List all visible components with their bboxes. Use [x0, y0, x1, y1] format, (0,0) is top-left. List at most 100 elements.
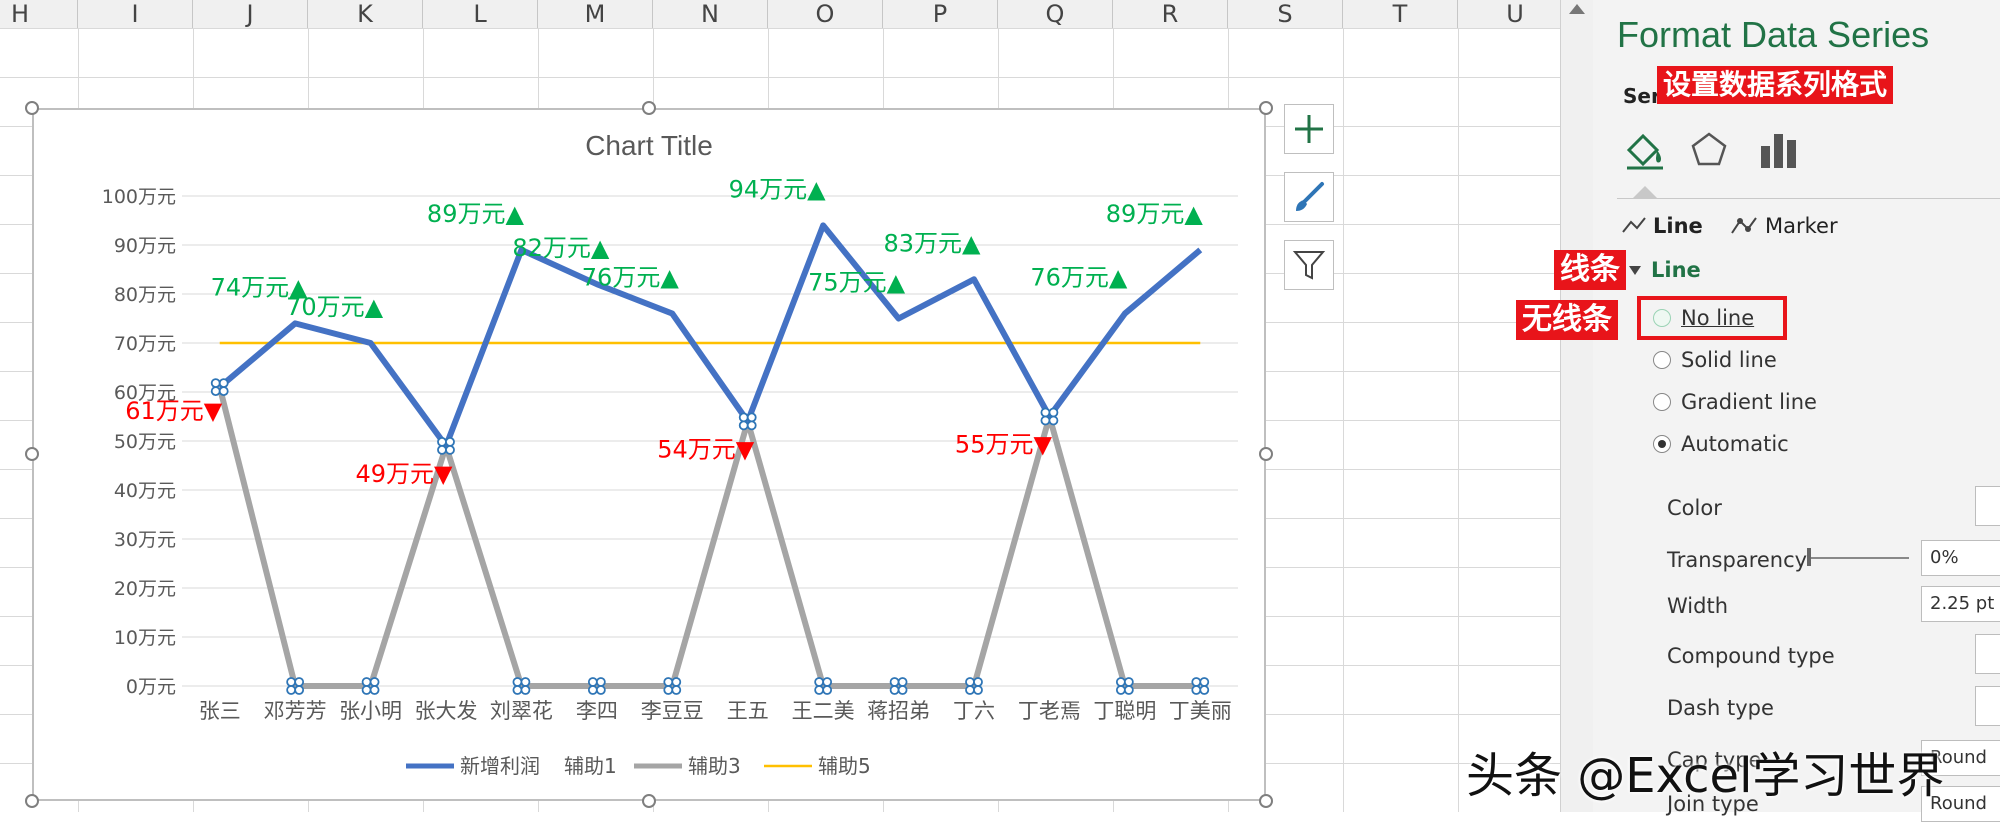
x-tick-label: 张大发 [415, 699, 478, 723]
x-tick-label: 李四 [576, 699, 618, 723]
fill-line-icon[interactable] [1623, 128, 1667, 172]
resize-handle-br[interactable] [1259, 794, 1273, 808]
legend-label: 新增利润 [460, 754, 540, 778]
column-header-M[interactable]: M [538, 0, 653, 28]
chart-filters-button[interactable] [1284, 240, 1334, 290]
vertical-scrollbar[interactable] [1560, 0, 1594, 812]
legend-label: 辅助3 [688, 754, 741, 778]
subtab-marker-label: Marker [1765, 214, 1838, 238]
series-options-icon[interactable] [1757, 128, 1801, 172]
column-header-K[interactable]: K [308, 0, 423, 28]
section-line-header[interactable]: Line [1629, 258, 1701, 282]
compound-type-label: Compound type [1667, 644, 1835, 668]
radio-gradient-line-circle[interactable] [1653, 393, 1671, 411]
series-options-dropdown[interactable]: Ser [1623, 84, 1661, 108]
radio-solid-line-label: Solid line [1681, 348, 1777, 372]
brush-icon [1296, 182, 1324, 211]
marker-icon [1731, 217, 1757, 234]
column-header-O[interactable]: O [768, 0, 883, 28]
scroll-up-arrow-icon[interactable] [1569, 4, 1585, 14]
data-label: 75万元▲ [808, 269, 906, 297]
column-header-S[interactable]: S [1228, 0, 1343, 28]
data-label: 70万元▲ [286, 293, 384, 321]
filter-icon [1292, 251, 1326, 280]
resize-handle-bl[interactable] [25, 794, 39, 808]
transparency-label: Transparency [1667, 548, 1808, 572]
collapse-icon [1629, 265, 1641, 275]
data-label: 61万元▼ [125, 397, 223, 425]
line-chart[interactable]: Chart Title0万元10万元20万元30万元40万元50万元60万元70… [34, 110, 1264, 799]
column-header-U[interactable]: U [1458, 0, 1573, 28]
series-line-2 [216, 386, 1201, 689]
compound-type-button[interactable] [1975, 634, 2000, 674]
legend-label: 辅助1 [564, 754, 617, 778]
x-tick-label: 王二美 [792, 699, 855, 723]
column-header-J[interactable]: J [193, 0, 308, 28]
x-tick-label: 丁六 [953, 699, 995, 723]
width-label: Width [1667, 594, 1729, 618]
panel-title: Format Data Series [1617, 14, 1930, 55]
data-label: 76万元▲ [582, 264, 680, 292]
column-header-L[interactable]: L [423, 0, 538, 28]
y-tick-label: 90万元 [114, 235, 176, 257]
subtab-marker[interactable]: Marker [1729, 214, 1838, 238]
y-tick-label: 100万元 [102, 186, 176, 208]
y-tick-label: 40万元 [114, 480, 176, 502]
color-picker-button[interactable] [1975, 486, 2000, 526]
dash-type-button[interactable] [1975, 686, 2000, 726]
legend-label: 辅助5 [818, 754, 871, 778]
x-tick-label: 丁聪明 [1093, 699, 1156, 723]
data-label: 49万元▼ [356, 460, 454, 488]
data-label: 89万元▲ [1106, 200, 1204, 228]
y-tick-label: 10万元 [114, 627, 176, 649]
width-input[interactable]: 2.25 pt [1921, 586, 2000, 622]
column-header-I[interactable]: I [78, 0, 193, 28]
resize-handle-tc[interactable] [642, 101, 656, 115]
y-tick-label: 30万元 [114, 529, 176, 551]
x-tick-label: 蒋招弟 [867, 699, 930, 723]
resize-handle-tl[interactable] [25, 101, 39, 115]
data-label: 54万元▼ [657, 435, 755, 463]
radio-automatic-circle[interactable] [1653, 435, 1671, 453]
resize-handle-mr[interactable] [1259, 447, 1273, 461]
y-tick-label: 80万元 [114, 284, 176, 306]
x-tick-label: 邓芳芳 [264, 699, 327, 723]
x-tick-label: 刘翠花 [490, 699, 553, 723]
column-header-P[interactable]: P [883, 0, 998, 28]
x-tick-label: 王五 [727, 699, 769, 723]
radio-gradient-line-label: Gradient line [1681, 390, 1817, 414]
y-tick-label: 20万元 [114, 578, 176, 600]
chart-elements-button[interactable] [1284, 104, 1334, 154]
chart-styles-button[interactable] [1284, 172, 1334, 222]
tab-divider [1617, 198, 2000, 199]
column-header-R[interactable]: R [1113, 0, 1228, 28]
format-data-series-panel: Format Data Series Ser 设置数据系列格式 Line Mar… [1593, 0, 2000, 822]
transparency-slider[interactable] [1809, 557, 1909, 559]
chart-area[interactable]: Chart Title 0万元 10万元 20万元 30万元 40万元 50万元 60万元 70… [32, 108, 1266, 801]
radio-solid-line-circle[interactable] [1653, 351, 1671, 369]
resize-handle-tr[interactable] [1259, 101, 1273, 115]
effects-icon[interactable] [1689, 128, 1729, 172]
plus-icon [1295, 115, 1323, 143]
data-label: 76万元▲ [1030, 264, 1128, 292]
transparency-slider-thumb[interactable] [1807, 548, 1811, 566]
radio-automatic[interactable]: Automatic [1653, 432, 1789, 456]
chart-title: Chart Title [585, 130, 713, 161]
resize-handle-bc[interactable] [642, 794, 656, 808]
data-label: 89万元▲ [427, 200, 525, 228]
column-header-H[interactable]: H [0, 0, 78, 28]
no-line-highlight-box [1637, 296, 1787, 340]
column-header-N[interactable]: N [653, 0, 768, 28]
transparency-input[interactable]: 0% [1921, 540, 2000, 576]
color-label: Color [1667, 496, 1722, 520]
subtab-line[interactable]: Line [1621, 214, 1703, 238]
column-header-Q[interactable]: Q [998, 0, 1113, 28]
section-line-label: Line [1651, 258, 1701, 282]
data-label: 82万元▲ [512, 234, 610, 262]
x-tick-label: 李豆豆 [641, 699, 704, 723]
resize-handle-ml[interactable] [25, 447, 39, 461]
radio-solid-line[interactable]: Solid line [1653, 348, 1777, 372]
column-header-T[interactable]: T [1343, 0, 1458, 28]
radio-gradient-line[interactable]: Gradient line [1653, 390, 1817, 414]
dash-type-label: Dash type [1667, 696, 1774, 720]
